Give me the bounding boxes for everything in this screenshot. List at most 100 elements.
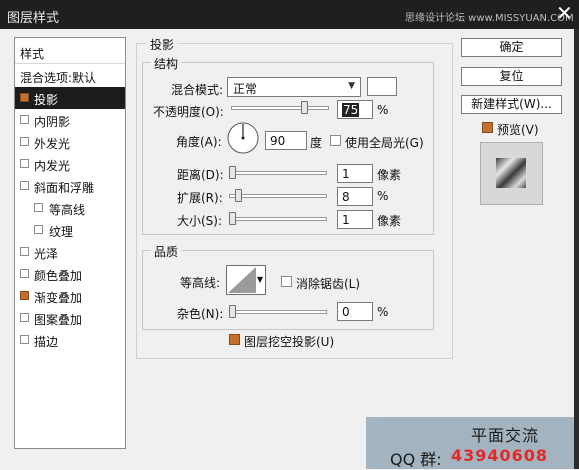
blend-mode-select[interactable]: 正常 ▼	[227, 77, 361, 97]
qq-group-watermark: 平面交流 QQ 群: 43940608	[366, 417, 574, 469]
distance-input[interactable]: 1	[337, 164, 373, 183]
section-title: 投影	[147, 36, 178, 53]
size-label: 大小(S):	[177, 214, 223, 228]
chevron-down-icon: ▼	[256, 275, 263, 284]
style-item-label: 描边	[34, 335, 59, 349]
style-checkbox[interactable]	[34, 225, 43, 234]
slider-track	[229, 171, 327, 175]
distance-value: 1	[342, 167, 350, 181]
shadow-color-swatch[interactable]	[367, 77, 397, 96]
global-light-label: 使用全局光(G)	[345, 136, 424, 150]
new-style-button[interactable]: 新建样式(W)...	[461, 95, 562, 114]
preview-checkbox[interactable]	[482, 122, 493, 133]
angle-label: 角度(A):	[176, 135, 222, 149]
style-item-drop-shadow[interactable]: 投影	[15, 87, 125, 109]
slider-thumb[interactable]	[229, 212, 236, 225]
style-item-label: 内阴影	[34, 115, 71, 129]
spread-value: 8	[342, 190, 350, 204]
style-checkbox[interactable]	[20, 335, 29, 344]
angle-input[interactable]: 90	[265, 131, 307, 150]
style-list: 样式 混合选项:默认 投影 内阴影 外发光 内发光 斜面和浮雕 等高线 纹理 光…	[14, 37, 126, 449]
structure-title: 结构	[151, 55, 182, 72]
style-item-stroke[interactable]: 描边	[15, 329, 125, 351]
global-light-checkbox[interactable]	[330, 135, 341, 146]
slider-thumb[interactable]	[301, 101, 308, 114]
angle-unit: 度	[310, 136, 323, 150]
contour-preview-icon	[228, 267, 256, 293]
opacity-label: 不透明度(O):	[153, 105, 224, 119]
spread-input[interactable]: 8	[337, 187, 373, 206]
style-item-label: 投影	[34, 93, 59, 107]
style-item-blending-options[interactable]: 混合选项:默认	[15, 65, 125, 87]
style-checkbox[interactable]	[20, 137, 29, 146]
noise-unit: %	[377, 305, 389, 319]
watermark-qq-number: 43940608	[451, 446, 549, 465]
size-input[interactable]: 1	[337, 210, 373, 229]
window-border	[574, 29, 579, 469]
style-checkbox[interactable]	[20, 313, 29, 322]
reset-button[interactable]: 复位	[461, 67, 562, 86]
style-item-pattern-overlay[interactable]: 图案叠加	[15, 307, 125, 329]
style-checkbox[interactable]	[20, 291, 29, 300]
noise-slider[interactable]	[229, 305, 327, 319]
distance-unit: 像素	[377, 168, 402, 182]
noise-value: 0	[342, 305, 350, 319]
slider-track	[231, 106, 329, 110]
blend-mode-label: 混合模式:	[171, 83, 224, 97]
style-item-satin[interactable]: 光泽	[15, 241, 125, 263]
blend-mode-value: 正常	[233, 82, 258, 96]
style-checkbox[interactable]	[20, 247, 29, 256]
style-item-label: 斜面和浮雕	[34, 181, 95, 195]
window-title: 图层样式	[7, 11, 60, 26]
style-item-bevel-emboss[interactable]: 斜面和浮雕	[15, 175, 125, 197]
style-item-label: 混合选项:默认	[20, 71, 97, 85]
spread-unit: %	[377, 189, 389, 203]
style-item-label: 光泽	[34, 247, 59, 261]
style-checkbox[interactable]	[20, 181, 29, 190]
style-item-gradient-overlay[interactable]: 渐变叠加	[15, 285, 125, 307]
noise-input[interactable]: 0	[337, 302, 373, 321]
ok-button[interactable]: 确定	[461, 38, 562, 57]
style-checkbox[interactable]	[34, 203, 43, 212]
style-item-label: 内发光	[34, 159, 71, 173]
contour-picker[interactable]: ▼	[226, 265, 266, 295]
style-item-inner-glow[interactable]: 内发光	[15, 153, 125, 175]
style-item-label: 图案叠加	[34, 313, 83, 327]
size-slider[interactable]	[229, 212, 327, 226]
preview-swatch-icon	[496, 158, 526, 188]
style-item-color-overlay[interactable]: 颜色叠加	[15, 263, 125, 285]
knockout-checkbox[interactable]	[229, 334, 240, 345]
slider-thumb[interactable]	[229, 166, 236, 179]
spread-slider[interactable]	[229, 189, 327, 203]
style-item-label: 外发光	[34, 137, 71, 151]
contour-label: 等高线:	[180, 276, 221, 290]
spread-label: 扩展(R):	[177, 191, 223, 205]
style-list-header-label: 样式	[20, 47, 45, 61]
style-item-inner-shadow[interactable]: 内阴影	[15, 109, 125, 131]
style-item-label: 等高线	[49, 203, 86, 217]
style-item-outer-glow[interactable]: 外发光	[15, 131, 125, 153]
watermark-line1: 平面交流	[471, 426, 540, 445]
opacity-input[interactable]: 75	[337, 100, 373, 119]
divider	[15, 63, 125, 64]
distance-slider[interactable]	[229, 166, 327, 180]
distance-label: 距离(D):	[177, 168, 224, 182]
slider-thumb[interactable]	[229, 305, 236, 318]
style-checkbox[interactable]	[20, 115, 29, 124]
style-checkbox[interactable]	[20, 269, 29, 278]
style-item-contour[interactable]: 等高线	[15, 197, 125, 219]
knockout-label: 图层挖空投影(U)	[244, 335, 335, 349]
size-unit: 像素	[377, 214, 402, 228]
opacity-value: 75	[342, 103, 360, 117]
angle-dial-icon[interactable]	[226, 121, 260, 155]
style-checkbox[interactable]	[20, 93, 29, 102]
slider-thumb[interactable]	[235, 189, 242, 202]
style-item-texture[interactable]: 纹理	[15, 219, 125, 241]
watermark-qq-label: QQ 群:	[390, 450, 442, 469]
style-checkbox[interactable]	[20, 159, 29, 168]
close-icon[interactable]: ✕	[556, 3, 573, 23]
size-value: 1	[342, 213, 350, 227]
anti-alias-checkbox[interactable]	[281, 276, 292, 287]
opacity-slider[interactable]	[231, 101, 329, 115]
style-preview-thumbnail	[480, 142, 543, 205]
